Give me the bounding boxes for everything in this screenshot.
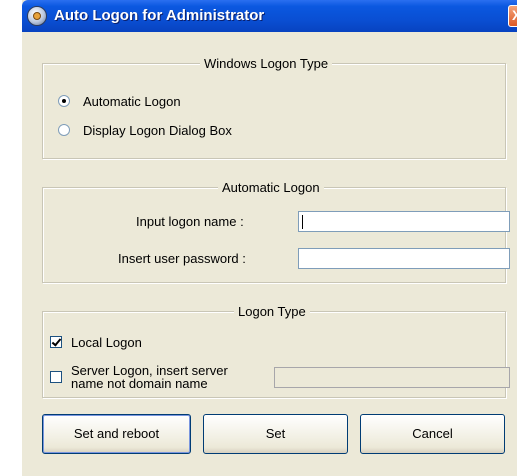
- server-label-line2: name not domain name: [71, 376, 208, 391]
- group-legend: Windows Logon Type: [200, 56, 333, 71]
- logon-name-input[interactable]: [298, 211, 510, 232]
- text-caret: [302, 215, 303, 229]
- dialog-window: Auto Logon for Administrator X Windows L…: [22, 0, 517, 476]
- title-bar[interactable]: Auto Logon for Administrator X: [22, 0, 517, 32]
- logon-name-label: Input logon name :: [136, 214, 244, 229]
- server-name-input[interactable]: [274, 367, 510, 388]
- group-legend: Logon Type: [234, 304, 310, 319]
- automatic-logon-group: Automatic Logon Input logon name : Inser…: [42, 180, 510, 283]
- radio-label: Automatic Logon: [83, 93, 181, 109]
- windows-logon-type-group: Windows Logon Type Automatic Logon Displ…: [42, 56, 506, 159]
- user-password-input[interactable]: [298, 248, 510, 269]
- set-and-reboot-button[interactable]: Set and reboot: [42, 414, 191, 454]
- checkbox-label: Local Logon: [71, 334, 142, 350]
- logon-type-group: Logon Type Local Logon Server Logon, ins…: [42, 304, 510, 398]
- set-button[interactable]: Set: [203, 414, 348, 454]
- checkbox-local-logon[interactable]: Local Logon: [50, 334, 142, 350]
- group-legend: Automatic Logon: [218, 180, 324, 195]
- radio-label: Display Logon Dialog Box: [83, 122, 232, 138]
- gear-icon: [27, 6, 47, 26]
- cancel-button[interactable]: Cancel: [360, 414, 505, 454]
- user-password-label: Insert user password :: [118, 251, 246, 266]
- radio-button[interactable]: [58, 124, 70, 136]
- checkbox-server-logon[interactable]: Server Logon, insert server name not dom…: [50, 363, 228, 391]
- checkbox[interactable]: [50, 336, 62, 348]
- checkbox-label: Server Logon, insert server name not dom…: [71, 364, 228, 390]
- radio-automatic-logon[interactable]: Automatic Logon: [58, 93, 181, 109]
- radio-display-logon-dialog[interactable]: Display Logon Dialog Box: [58, 122, 232, 138]
- close-icon[interactable]: X: [508, 5, 517, 27]
- radio-button[interactable]: [58, 95, 70, 107]
- window-title: Auto Logon for Administrator: [54, 7, 265, 24]
- checkbox[interactable]: [50, 371, 62, 383]
